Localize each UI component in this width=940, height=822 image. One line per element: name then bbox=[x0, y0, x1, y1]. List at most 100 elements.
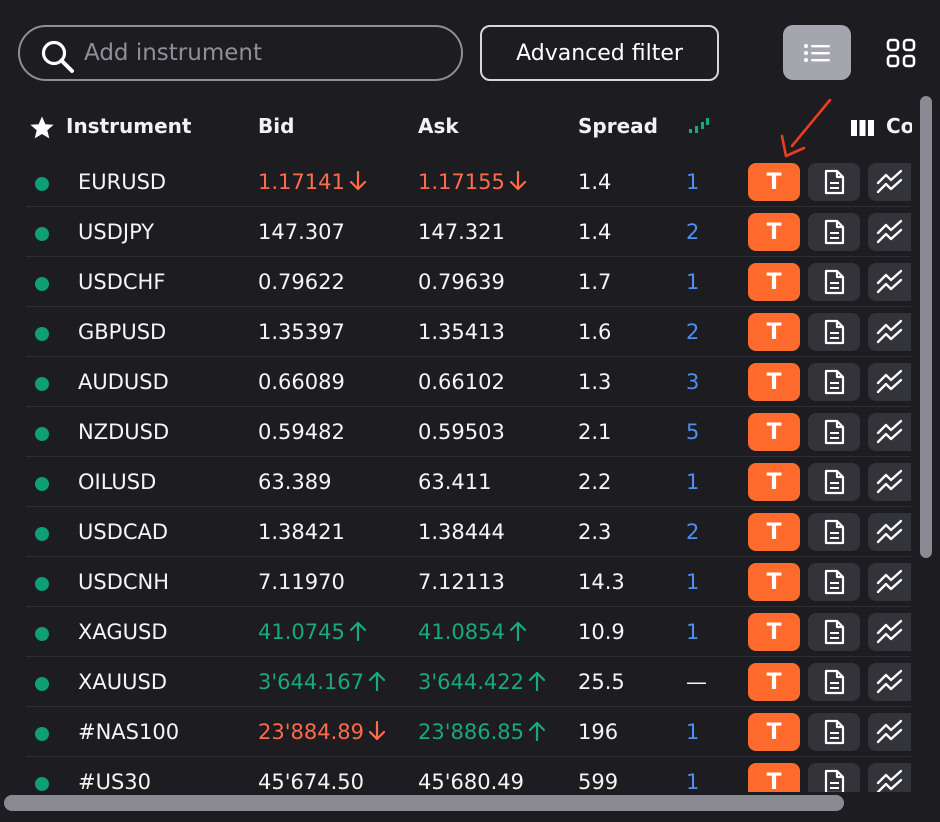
trade-button[interactable]: T bbox=[748, 413, 800, 451]
level-value: — bbox=[686, 670, 707, 694]
table-row[interactable]: #US30 45'674.50 45'680.49 599 1 T bbox=[26, 757, 911, 792]
info-button[interactable] bbox=[808, 463, 860, 501]
chart-button[interactable] bbox=[868, 663, 911, 701]
info-button[interactable] bbox=[808, 763, 860, 792]
up-arrow-icon bbox=[349, 621, 366, 641]
chart-button[interactable] bbox=[868, 763, 911, 792]
chart-icon bbox=[876, 769, 902, 792]
table-row[interactable]: GBPUSD 1.35397 1.35413 1.6 2 T bbox=[26, 307, 911, 357]
header-bid[interactable]: Bid bbox=[258, 114, 294, 138]
info-button[interactable] bbox=[808, 613, 860, 651]
search-box[interactable] bbox=[18, 25, 463, 81]
trade-button[interactable]: T bbox=[748, 513, 800, 551]
level-value: 5 bbox=[686, 420, 700, 444]
chart-icon bbox=[876, 719, 902, 744]
table-row[interactable]: USDJPY 147.307 147.321 1.4 2 T bbox=[26, 207, 911, 257]
chart-button[interactable] bbox=[868, 463, 911, 501]
header-spread[interactable]: Spread bbox=[578, 114, 658, 138]
trade-button[interactable]: T bbox=[748, 363, 800, 401]
chart-button[interactable] bbox=[868, 363, 911, 401]
chart-icon bbox=[876, 669, 902, 694]
level-value: 1 bbox=[686, 170, 700, 194]
search-input[interactable] bbox=[84, 35, 444, 71]
bid-price: 63.389 bbox=[258, 470, 332, 494]
horizontal-scrollbar[interactable] bbox=[4, 795, 844, 811]
trade-button[interactable]: T bbox=[748, 713, 800, 751]
info-button[interactable] bbox=[808, 513, 860, 551]
trade-button[interactable]: T bbox=[748, 313, 800, 351]
trade-button[interactable]: T bbox=[748, 563, 800, 601]
trade-button[interactable]: T bbox=[748, 463, 800, 501]
trade-button[interactable]: T bbox=[748, 213, 800, 251]
list-view-button[interactable] bbox=[783, 25, 851, 80]
spread-value: 10.9 bbox=[578, 620, 625, 644]
spread-value: 14.3 bbox=[578, 570, 625, 594]
vertical-scrollbar[interactable] bbox=[920, 96, 932, 558]
level-value: 2 bbox=[686, 220, 700, 244]
bid-price: 23'884.89 bbox=[258, 720, 386, 744]
chart-button[interactable] bbox=[868, 513, 911, 551]
header-columns[interactable]: Co bbox=[886, 114, 912, 138]
info-button[interactable] bbox=[808, 663, 860, 701]
table-row[interactable]: AUDUSD 0.66089 0.66102 1.3 3 T bbox=[26, 357, 911, 407]
star-icon[interactable] bbox=[29, 115, 55, 141]
table-row[interactable]: #NAS100 23'884.89 23'886.85 196 1 T bbox=[26, 707, 911, 757]
trade-button[interactable]: T bbox=[748, 163, 800, 201]
trade-button[interactable]: T bbox=[748, 763, 800, 792]
trade-button[interactable]: T bbox=[748, 663, 800, 701]
spread-value: 1.4 bbox=[578, 220, 612, 244]
chart-button[interactable] bbox=[868, 263, 911, 301]
info-button[interactable] bbox=[808, 163, 860, 201]
info-button[interactable] bbox=[808, 213, 860, 251]
document-icon bbox=[824, 169, 845, 195]
instrument-name: USDJPY bbox=[78, 220, 155, 244]
columns-icon[interactable] bbox=[850, 117, 876, 139]
ask-price: 41.0854 bbox=[418, 620, 527, 644]
chart-button[interactable] bbox=[868, 613, 911, 651]
table-row[interactable]: USDCHF 0.79622 0.79639 1.7 1 T bbox=[26, 257, 911, 307]
chart-button[interactable] bbox=[868, 213, 911, 251]
chart-button[interactable] bbox=[868, 413, 911, 451]
ask-price: 45'680.49 bbox=[418, 770, 524, 792]
instrument-table: EURUSD 1.17141 1.17155 1.4 1 T USDJPY 147.307 14… bbox=[0, 157, 940, 792]
chart-button[interactable] bbox=[868, 313, 911, 351]
table-row[interactable]: XAUUSD 3'644.167 3'644.422 25.5 — T bbox=[26, 657, 911, 707]
chart-button[interactable] bbox=[868, 163, 911, 201]
ask-price: 0.79639 bbox=[418, 270, 505, 294]
level-value: 3 bbox=[686, 370, 700, 394]
table-row[interactable]: EURUSD 1.17141 1.17155 1.4 1 T bbox=[26, 157, 911, 207]
signal-strength-icon[interactable] bbox=[688, 116, 710, 136]
instrument-name: EURUSD bbox=[78, 170, 167, 194]
trade-button[interactable]: T bbox=[748, 613, 800, 651]
advanced-filter-button[interactable]: Advanced filter bbox=[480, 25, 719, 81]
table-row[interactable]: XAGUSD 41.0745 41.0854 10.9 1 T bbox=[26, 607, 911, 657]
level-value: 2 bbox=[686, 520, 700, 544]
table-row[interactable]: USDCAD 1.38421 1.38444 2.3 2 T bbox=[26, 507, 911, 557]
info-button[interactable] bbox=[808, 363, 860, 401]
down-arrow-icon bbox=[509, 171, 526, 191]
annotation-arrow-icon bbox=[780, 98, 832, 158]
table-row[interactable]: OILUSD 63.389 63.411 2.2 1 T bbox=[26, 457, 911, 507]
table-row[interactable]: NZDUSD 0.59482 0.59503 2.1 5 T bbox=[26, 407, 911, 457]
table-row[interactable]: USDCNH 7.11970 7.12113 14.3 1 T bbox=[26, 557, 911, 607]
toolbar: Advanced filter bbox=[0, 0, 940, 100]
grid-view-button[interactable] bbox=[878, 28, 924, 78]
chart-button[interactable] bbox=[868, 563, 911, 601]
chart-icon bbox=[876, 319, 902, 344]
info-button[interactable] bbox=[808, 313, 860, 351]
chart-icon bbox=[876, 619, 902, 644]
chart-button[interactable] bbox=[868, 713, 911, 751]
status-dot bbox=[35, 227, 49, 241]
trade-button[interactable]: T bbox=[748, 263, 800, 301]
header-instrument[interactable]: Instrument bbox=[66, 114, 191, 138]
down-arrow-icon bbox=[368, 721, 386, 741]
up-arrow-icon bbox=[509, 621, 526, 641]
header-ask[interactable]: Ask bbox=[418, 114, 459, 138]
info-button[interactable] bbox=[808, 263, 860, 301]
info-button[interactable] bbox=[808, 713, 860, 751]
status-dot bbox=[35, 627, 49, 641]
info-button[interactable] bbox=[808, 413, 860, 451]
spread-value: 1.4 bbox=[578, 170, 612, 194]
info-button[interactable] bbox=[808, 563, 860, 601]
bid-price: 0.79622 bbox=[258, 270, 345, 294]
